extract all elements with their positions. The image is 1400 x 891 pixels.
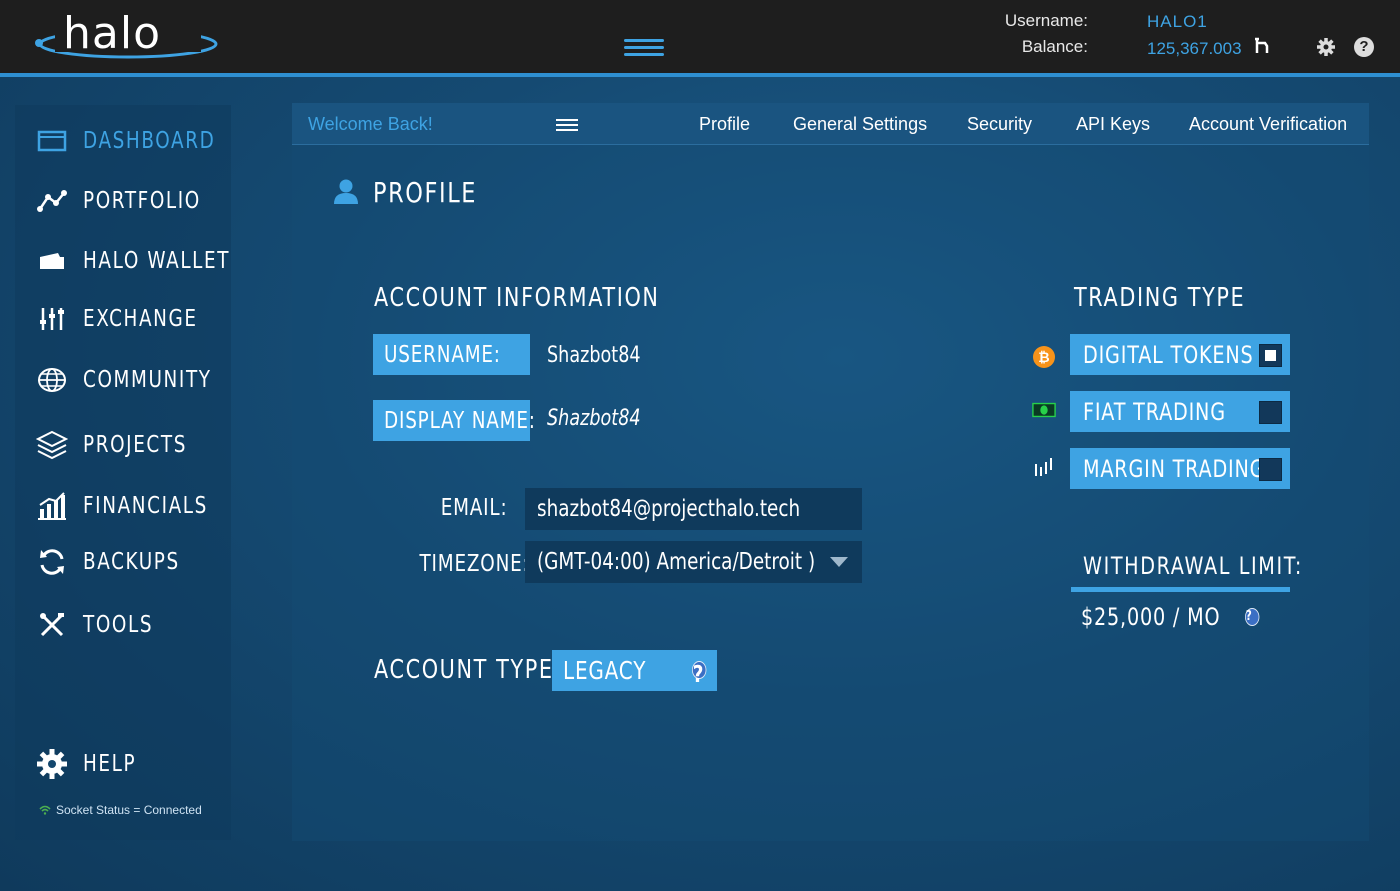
email-field[interactable]: shazbot84@projecthalo.tech bbox=[525, 488, 862, 530]
sidebar-item-label: COMMUNITY bbox=[83, 367, 212, 393]
digital-tokens-label: DIGITAL TOKENS bbox=[1083, 340, 1254, 369]
gear-icon bbox=[35, 747, 69, 781]
top-bar: halo Username: HALO1 Balance: 125,367.00… bbox=[0, 0, 1400, 77]
halo-logo[interactable]: halo bbox=[33, 6, 223, 62]
fiat-trading-checkbox[interactable] bbox=[1259, 401, 1282, 424]
submenu-toggle-icon[interactable] bbox=[556, 119, 578, 134]
sidebar-item-community[interactable]: COMMUNITY bbox=[35, 360, 244, 400]
margin-chart-icon bbox=[1032, 455, 1056, 479]
tab-profile[interactable]: Profile bbox=[699, 114, 750, 135]
sidebar-item-halo-wallet[interactable]: HALO WALLET bbox=[35, 241, 267, 281]
dashboard-icon bbox=[35, 124, 69, 158]
timezone-label: TIMEZONE: bbox=[419, 551, 530, 577]
email-label: EMAIL: bbox=[440, 495, 507, 521]
withdrawal-limit-value: $25,000 / MO ? bbox=[1081, 603, 1263, 631]
bitcoin-icon: ₿ bbox=[1032, 345, 1056, 369]
fiat-trading-option[interactable]: FIAT TRADING bbox=[1070, 391, 1290, 432]
sidebar-item-label: HELP bbox=[83, 751, 137, 777]
sidebar-item-backups[interactable]: BACKUPS bbox=[35, 542, 204, 582]
sub-navigation: Welcome Back! Profile General Settings S… bbox=[292, 103, 1369, 145]
balance-value: 125,367.003 bbox=[1147, 39, 1242, 58]
username-field-label: USERNAME: bbox=[384, 341, 501, 368]
cash-icon bbox=[1032, 398, 1056, 422]
sidebar-item-label: TOOLS bbox=[83, 612, 154, 638]
balance-label: Balance: bbox=[1021, 37, 1088, 56]
sidebar-item-financials[interactable]: FINANCIALS bbox=[35, 486, 239, 526]
sidebar-item-tools[interactable]: TOOLS bbox=[35, 605, 171, 645]
refresh-icon bbox=[35, 545, 69, 579]
trading-type-heading: TRADING TYPE bbox=[1074, 283, 1246, 313]
sidebar-item-label: EXCHANGE bbox=[83, 306, 198, 332]
fiat-trading-label: FIAT TRADING bbox=[1083, 397, 1226, 426]
tab-general-settings[interactable]: General Settings bbox=[793, 114, 927, 135]
account-information-heading: ACCOUNT INFORMATION bbox=[374, 283, 660, 313]
sidebar-item-label: DASHBOARD bbox=[83, 128, 216, 154]
sidebar-item-exchange[interactable]: EXCHANGE bbox=[35, 299, 226, 339]
exchange-icon bbox=[35, 302, 69, 336]
tab-security[interactable]: Security bbox=[967, 114, 1032, 135]
socket-status: Socket Status = Connected bbox=[39, 803, 202, 817]
display-name-tag: DISPLAY NAME: bbox=[373, 400, 535, 441]
account-type-heading: ACCOUNT TYPE bbox=[374, 655, 554, 685]
withdrawal-limit-heading: WITHDRAWAL LIMIT: bbox=[1083, 552, 1303, 580]
tools-icon bbox=[35, 608, 69, 642]
account-type-help-icon[interactable]: ? bbox=[692, 661, 707, 688]
wifi-icon bbox=[39, 805, 51, 815]
username-value: HALO1 bbox=[1147, 12, 1208, 31]
sidebar-item-label: PORTFOLIO bbox=[83, 188, 201, 214]
help-icon[interactable]: ? bbox=[1354, 37, 1374, 57]
sidebar-item-label: BACKUPS bbox=[83, 549, 180, 575]
socket-status-text: Socket Status = Connected bbox=[56, 803, 202, 817]
layers-icon bbox=[35, 428, 69, 462]
margin-trading-label: MARGIN TRADING bbox=[1083, 454, 1266, 483]
username-field-value: Shazbot84 bbox=[547, 343, 641, 368]
digital-tokens-option[interactable]: DIGITAL TOKENS bbox=[1070, 334, 1290, 375]
main-panel: Welcome Back! Profile General Settings S… bbox=[292, 103, 1369, 841]
user-profile-icon bbox=[334, 179, 358, 204]
margin-trading-checkbox[interactable] bbox=[1259, 458, 1282, 481]
tab-api-keys[interactable]: API Keys bbox=[1076, 114, 1150, 135]
bar-chart-icon bbox=[35, 489, 69, 523]
margin-trading-option[interactable]: MARGIN TRADING bbox=[1070, 448, 1290, 489]
portfolio-icon bbox=[35, 184, 69, 218]
welcome-message: Welcome Back! bbox=[308, 114, 433, 134]
tab-account-verification[interactable]: Account Verification bbox=[1189, 114, 1347, 135]
globe-icon bbox=[35, 363, 69, 397]
main-menu-button[interactable] bbox=[624, 39, 664, 59]
account-type-badge: LEGACY ? bbox=[552, 650, 717, 691]
account-type-value: LEGACY bbox=[563, 656, 647, 685]
chevron-down-icon bbox=[830, 557, 848, 567]
username-tag: USERNAME: bbox=[373, 334, 530, 375]
sidebar-item-label: HALO WALLET bbox=[83, 248, 231, 274]
svg-text:₿: ₿ bbox=[1038, 350, 1049, 366]
svg-text:halo: halo bbox=[63, 8, 161, 59]
sidebar-item-portfolio[interactable]: PORTFOLIO bbox=[35, 181, 230, 221]
sidebar-item-help[interactable]: HELP bbox=[35, 744, 150, 784]
withdrawal-divider bbox=[1071, 587, 1290, 592]
settings-gear-icon[interactable] bbox=[1316, 37, 1336, 57]
username-label: Username: bbox=[1004, 11, 1088, 30]
page-title: PROFILE bbox=[373, 176, 478, 209]
timezone-select[interactable]: (GMT-04:00) America/Detroit ) bbox=[525, 541, 862, 583]
sidebar-item-projects[interactable]: PROJECTS bbox=[35, 425, 213, 465]
sidebar: DASHBOARD PORTFOLIO HALO WALLET EXCHANGE… bbox=[15, 105, 231, 840]
sidebar-item-label: FINANCIALS bbox=[83, 493, 208, 519]
digital-tokens-checkbox[interactable] bbox=[1259, 344, 1282, 367]
display-name-field-label: DISPLAY NAME: bbox=[384, 407, 536, 434]
halo-currency-icon bbox=[1255, 37, 1269, 53]
withdrawal-help-icon[interactable]: ? bbox=[1245, 608, 1260, 626]
display-name-value[interactable]: Shazbot84 bbox=[547, 405, 664, 431]
sidebar-item-label: PROJECTS bbox=[83, 432, 187, 458]
sidebar-item-dashboard[interactable]: DASHBOARD bbox=[35, 121, 248, 161]
wallet-icon bbox=[35, 244, 69, 278]
